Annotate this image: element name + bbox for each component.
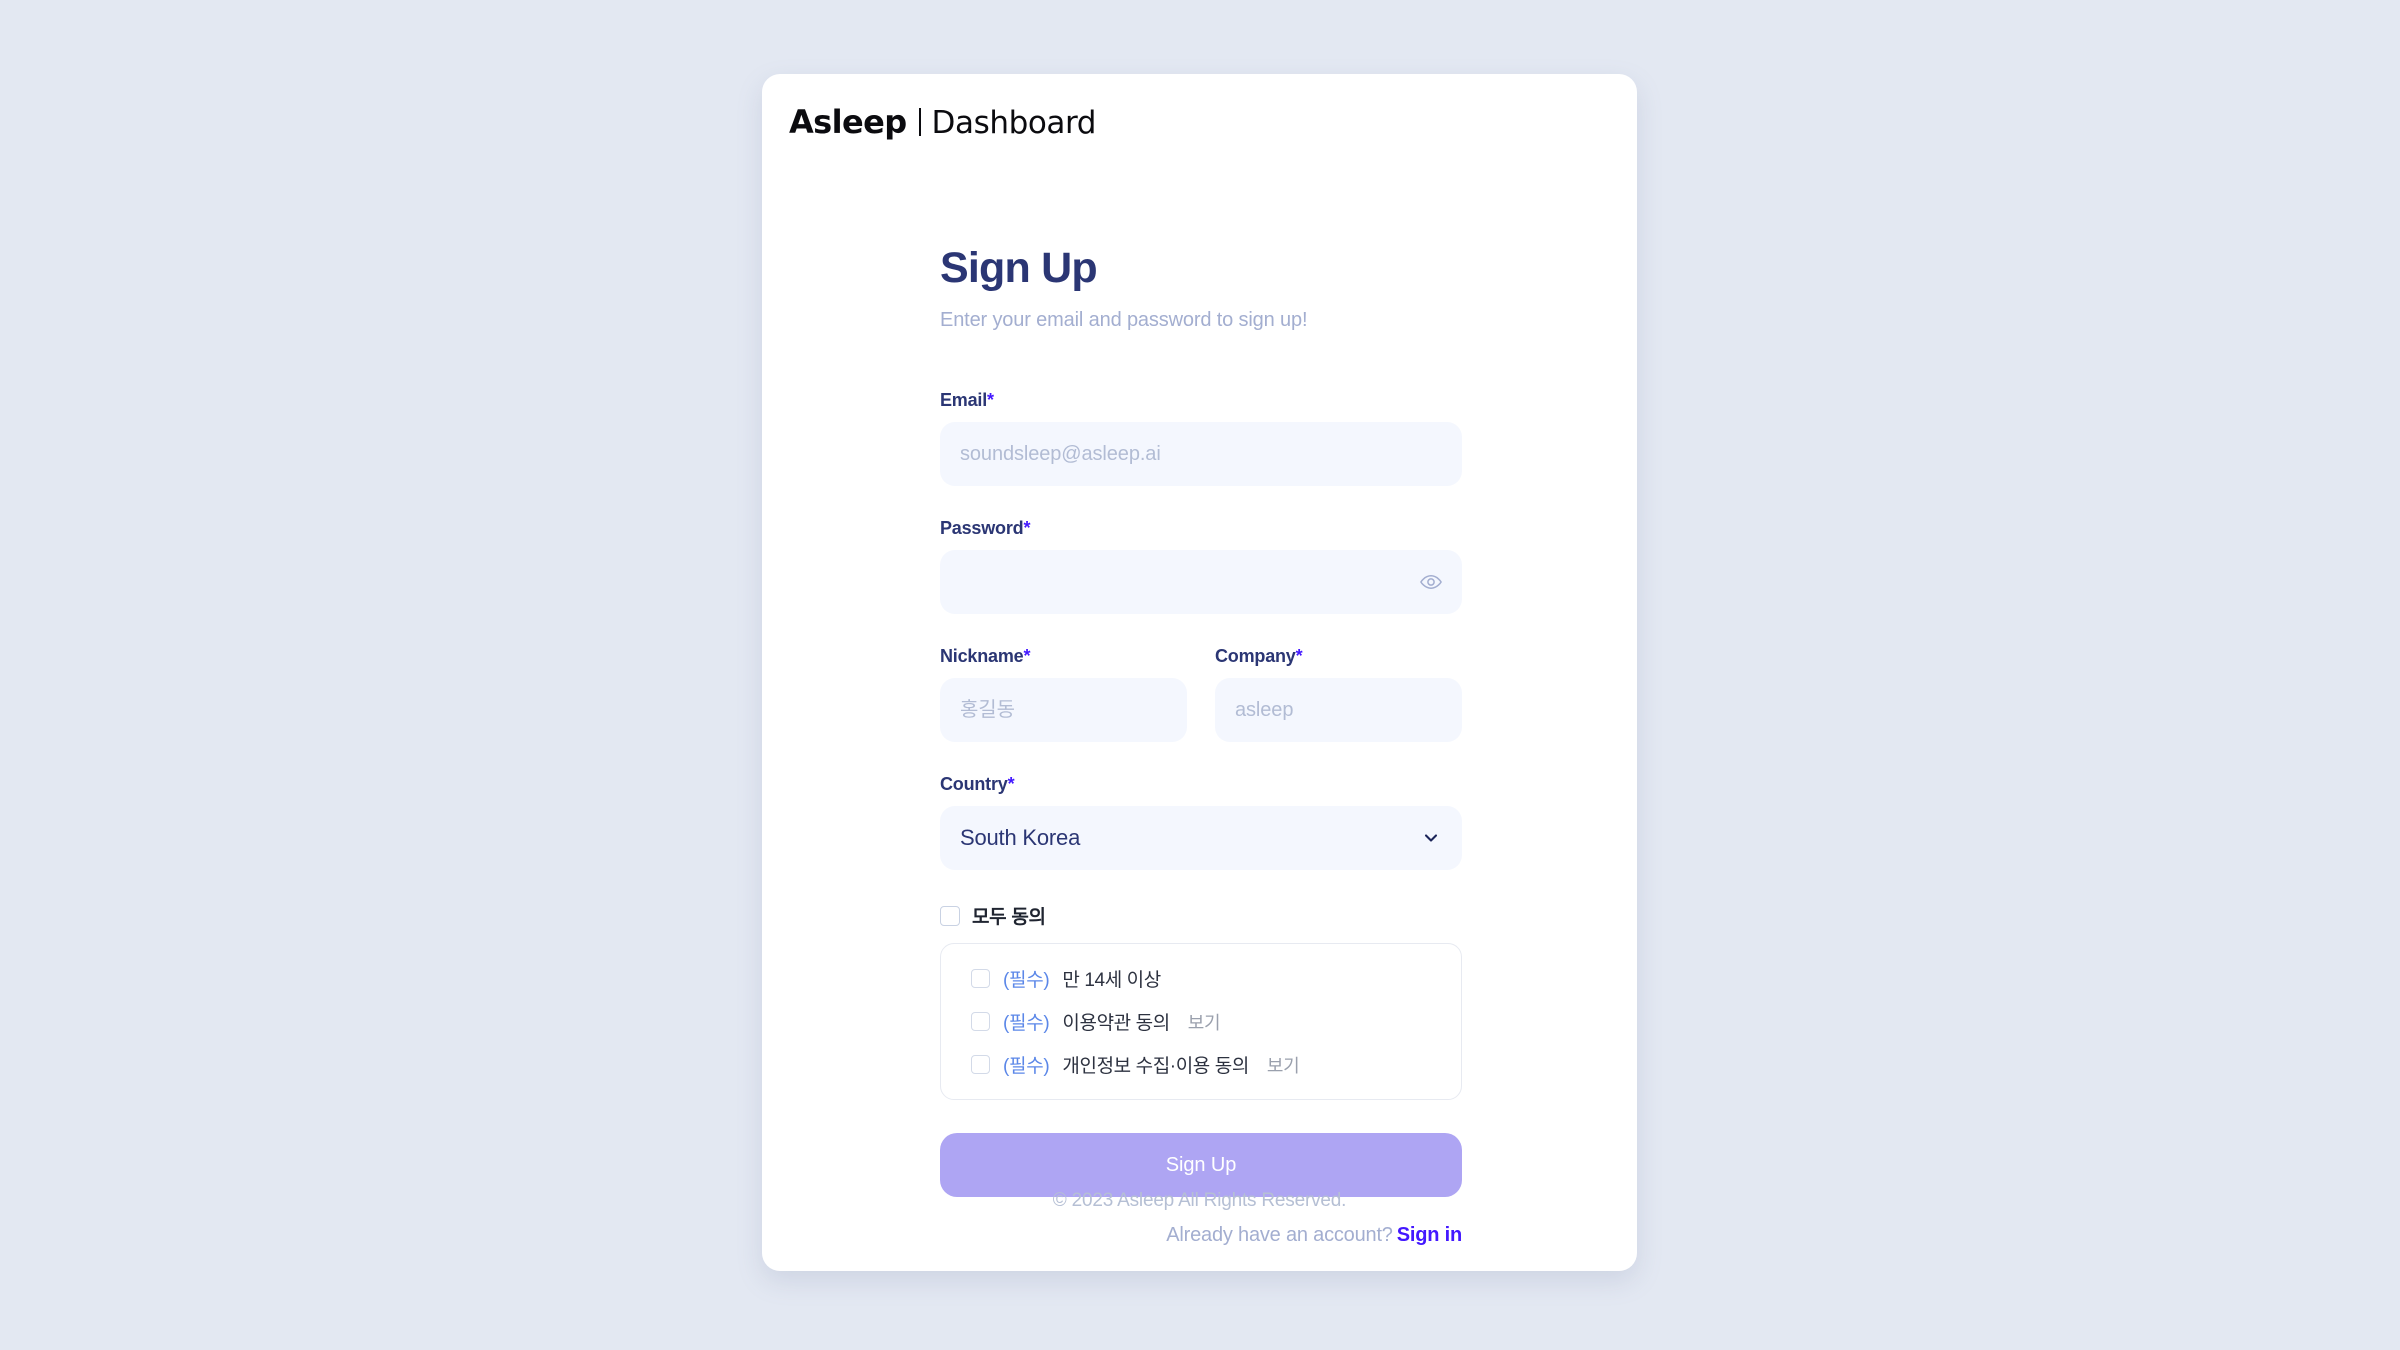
nickname-required-mark: * [1023, 646, 1031, 667]
consent-item-label: 개인정보 수집·이용 동의 [1062, 1056, 1249, 1078]
consent-required-tag: (필수) [1003, 1056, 1050, 1078]
consent-item-label: 만 14세 이상 [1062, 970, 1161, 992]
company-label-text: Company [1215, 646, 1296, 667]
consent-section: 모두 동의 (필수) 만 14세 이상 (필수) 이용약관 동의 보기 (필수)… [940, 902, 1462, 1101]
agree-all-checkbox[interactable] [940, 905, 960, 926]
copyright-footer: © 2023 Asleep All Rights Reserved. [1052, 1190, 1347, 1211]
page-subtitle: Enter your email and password to sign up… [940, 309, 1308, 332]
name-company-row: Nickname* Company* [940, 646, 1462, 743]
password-input-wrap [940, 550, 1462, 615]
nickname-input-wrap [940, 678, 1187, 743]
nickname-label: Nickname* [940, 646, 1187, 667]
password-input[interactable] [940, 550, 1462, 615]
company-required-mark: * [1295, 646, 1303, 667]
signup-form: Sign Up Enter your email and password to… [940, 74, 1462, 1247]
nickname-input[interactable] [940, 678, 1187, 743]
country-select[interactable]: South Korea [940, 806, 1462, 871]
consent-required-tag: (필수) [1003, 1013, 1050, 1035]
sign-up-button[interactable]: Sign Up [940, 1133, 1462, 1198]
email-label: Email* [940, 390, 1462, 411]
company-label: Company* [1215, 646, 1462, 667]
consent-checkbox-privacy[interactable] [971, 1055, 990, 1075]
password-label: Password* [940, 518, 1462, 539]
sign-in-link[interactable]: Sign in [1397, 1224, 1462, 1246]
consent-item-label: 이용약관 동의 [1062, 1013, 1170, 1035]
agree-all-label: 모두 동의 [972, 907, 1046, 929]
page-title: Sign Up [940, 244, 1098, 292]
nickname-label-text: Nickname [940, 646, 1024, 667]
email-label-text: Email [940, 390, 988, 411]
password-label-text: Password [940, 518, 1024, 539]
country-field-group: Country* South Korea [940, 774, 1462, 871]
consent-checkbox-terms[interactable] [971, 1012, 990, 1032]
brand-logo-mark: Asleep [789, 103, 907, 141]
consent-list: (필수) 만 14세 이상 (필수) 이용약관 동의 보기 (필수) 개인정보 … [940, 943, 1462, 1101]
view-terms-link[interactable]: 보기 [1188, 1009, 1221, 1035]
nickname-field-group: Nickname* [940, 646, 1187, 743]
company-input-wrap [1215, 678, 1462, 743]
eye-icon[interactable] [1418, 569, 1444, 595]
agree-all-row[interactable]: 모두 동의 [940, 902, 1046, 929]
list-item[interactable]: (필수) 개인정보 수집·이용 동의 보기 [971, 1051, 1300, 1078]
country-label: Country* [940, 774, 1462, 795]
email-required-mark: * [987, 390, 994, 411]
company-input[interactable] [1215, 678, 1462, 743]
email-field-group: Email* [940, 390, 1462, 487]
country-select-wrap[interactable]: South Korea [940, 806, 1462, 871]
password-required-mark: * [1023, 518, 1031, 539]
sign-in-prompt: Already have an account? Sign in [940, 1224, 1462, 1247]
company-field-group: Company* [1215, 646, 1462, 743]
list-item[interactable]: (필수) 만 14세 이상 [971, 965, 1161, 992]
view-privacy-link[interactable]: 보기 [1267, 1052, 1300, 1078]
email-input-wrap [940, 422, 1462, 487]
signup-card: Asleep Dashboard Sign Up Enter your emai… [762, 74, 1637, 1271]
country-label-text: Country [940, 774, 1008, 795]
consent-checkbox-age[interactable] [971, 969, 990, 989]
consent-required-tag: (필수) [1003, 970, 1050, 992]
have-account-text: Already have an account? [1166, 1224, 1393, 1247]
email-input[interactable] [940, 422, 1462, 487]
country-required-mark: * [1007, 774, 1015, 795]
list-item[interactable]: (필수) 이용약관 동의 보기 [971, 1008, 1221, 1035]
password-field-group: Password* [940, 518, 1462, 615]
country-selected-value: South Korea [960, 825, 1081, 851]
signup-page: Asleep Dashboard Sign Up Enter your emai… [0, 0, 2400, 1350]
brand-logo-divider [918, 108, 921, 136]
